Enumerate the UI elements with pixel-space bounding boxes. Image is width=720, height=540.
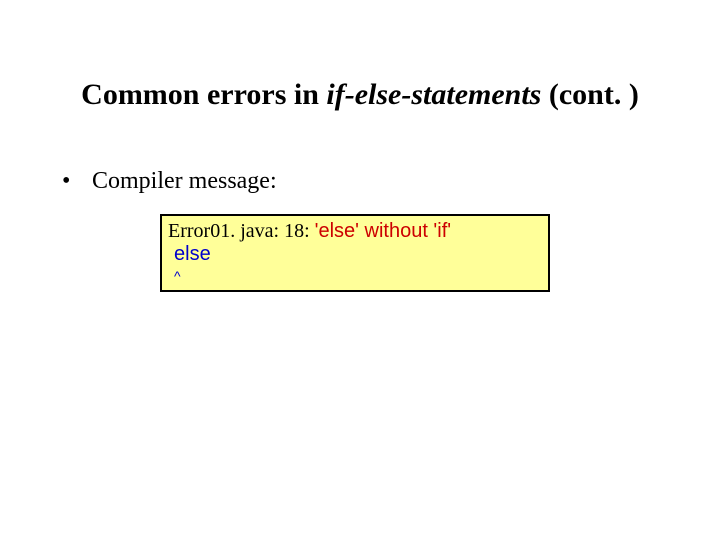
- title-prefix: Common errors in: [81, 78, 326, 111]
- error-code-line: else: [168, 243, 542, 266]
- error-location: Error01. java: 18:: [168, 220, 315, 242]
- bullet-compiler-message: Compiler message:: [62, 168, 277, 195]
- error-line-1: Error01. java: 18: 'else' without 'if': [168, 220, 451, 242]
- bullet-text: Compiler message:: [92, 168, 277, 194]
- slide-title: Common errors in if-else-statements (con…: [0, 78, 720, 112]
- title-suffix: (cont. ): [541, 78, 638, 111]
- slide: Common errors in if-else-statements (con…: [0, 0, 720, 540]
- title-italic: if-else-statements: [326, 78, 541, 111]
- error-caret: ^: [168, 268, 542, 284]
- error-message: 'else' without 'if': [315, 220, 451, 242]
- error-box: Error01. java: 18: 'else' without 'if' e…: [160, 214, 550, 292]
